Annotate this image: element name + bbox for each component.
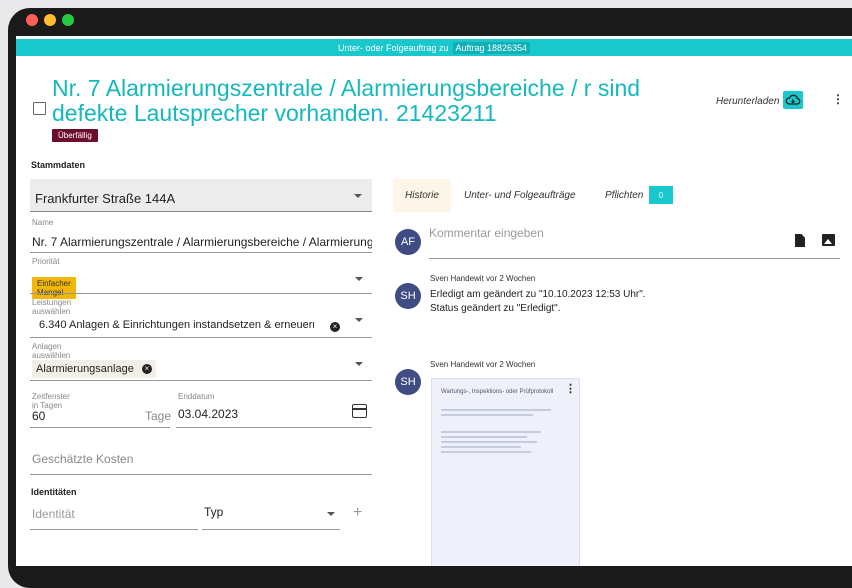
history-meta: Sven Handewit vor 2 Wochen bbox=[430, 360, 536, 369]
tab-duties[interactable]: Pflichten bbox=[605, 190, 643, 201]
window-maximize-dot[interactable] bbox=[62, 14, 74, 26]
priority-chip: Einfacher Mangel bbox=[32, 277, 76, 299]
enddate-label: Enddatum bbox=[178, 392, 215, 401]
timeframe-label: Zeitfenster in Tagen bbox=[32, 392, 70, 410]
chevron-down-icon bbox=[355, 362, 363, 366]
attach-file-icon[interactable] bbox=[795, 234, 805, 247]
duties-count-badge: 0 bbox=[649, 186, 673, 204]
calendar-icon[interactable] bbox=[352, 404, 367, 418]
identity-placeholder: Identität bbox=[32, 507, 75, 521]
asset-chip-label: Alarmierungsanlage bbox=[36, 363, 134, 375]
priority-label: Priorität bbox=[32, 257, 60, 266]
section-master-data: Stammdaten bbox=[31, 160, 86, 170]
avatar: SH bbox=[395, 283, 421, 309]
timeframe-value: 60 bbox=[32, 409, 46, 423]
address-value: Frankfurter Straße 144A bbox=[35, 191, 176, 206]
more-menu-icon[interactable]: ⋮ bbox=[832, 93, 844, 105]
remove-asset-icon[interactable]: × bbox=[141, 364, 152, 374]
overdue-badge: Überfällig bbox=[52, 129, 98, 142]
clear-services-icon[interactable]: × bbox=[330, 322, 340, 332]
app-screen: Unter- oder Folgeauftrag zu Auftrag 1882… bbox=[16, 36, 852, 566]
history-text-line: Status geändert zu "Erledigt". bbox=[430, 303, 561, 314]
download-button[interactable] bbox=[783, 91, 803, 109]
attach-image-icon[interactable] bbox=[822, 234, 835, 246]
title-checkbox[interactable] bbox=[33, 102, 46, 115]
assets-label: Anlagen auswählen bbox=[32, 342, 71, 360]
parent-order-banner: Unter- oder Folgeauftrag zu Auftrag 1882… bbox=[16, 39, 852, 56]
cost-placeholder: Geschätzte Kosten bbox=[32, 452, 134, 466]
document-thumbnail[interactable]: Wartungs-, Inspektions- oder Prüfprotoko… bbox=[431, 378, 580, 566]
services-label: Leistungen auswählen bbox=[32, 298, 72, 316]
address-select[interactable]: Frankfurter Straße 144A bbox=[30, 179, 372, 212]
download-label[interactable]: Herunterladen bbox=[716, 96, 779, 107]
asset-chip: Alarmierungsanlage × bbox=[32, 360, 156, 378]
name-value: Nr. 7 Alarmierungszentrale / Alarmierung… bbox=[32, 235, 372, 249]
section-identities: Identitäten bbox=[31, 487, 77, 497]
chevron-down-icon bbox=[355, 318, 363, 322]
chevron-down-icon bbox=[354, 194, 362, 198]
type-label: Typ bbox=[204, 505, 224, 519]
cloud-download-icon bbox=[785, 94, 801, 105]
services-value: 6.340 Anlagen & Einrichtungen instandset… bbox=[39, 319, 314, 331]
history-text-line: Erledigt am geändert zu "10.10.2023 12:5… bbox=[430, 289, 646, 300]
banner-prefix: Unter- oder Folgeauftrag zu bbox=[337, 42, 449, 53]
avatar: SH bbox=[395, 369, 421, 395]
window-minimize-dot[interactable] bbox=[44, 14, 56, 26]
history-meta: Sven Handewit vor 2 Wochen bbox=[430, 274, 536, 283]
tab-history[interactable]: Historie bbox=[393, 179, 451, 212]
add-identity-icon[interactable]: + bbox=[353, 504, 362, 522]
window-close-dot[interactable] bbox=[26, 14, 38, 26]
parent-order-link[interactable]: Auftrag 18826354 bbox=[452, 41, 531, 54]
comment-input[interactable]: Kommentar eingeben bbox=[429, 226, 544, 240]
chevron-down-icon bbox=[327, 512, 335, 516]
name-label: Name bbox=[32, 218, 54, 227]
document-title: Wartungs-, Inspektions- oder Prüfprotoko… bbox=[441, 389, 554, 395]
page-title: Nr. 7 Alarmierungszentrale / Alarmierung… bbox=[52, 75, 641, 126]
chevron-down-icon bbox=[355, 277, 363, 281]
tab-suborders[interactable]: Unter- und Folgeaufträge bbox=[464, 190, 576, 201]
timeframe-unit: Tage bbox=[145, 409, 172, 423]
enddate-value: 03.04.2023 bbox=[178, 407, 239, 421]
avatar: AF bbox=[395, 229, 421, 255]
comment-underline bbox=[429, 258, 840, 259]
document-more-icon[interactable]: ⋮ bbox=[565, 384, 576, 395]
